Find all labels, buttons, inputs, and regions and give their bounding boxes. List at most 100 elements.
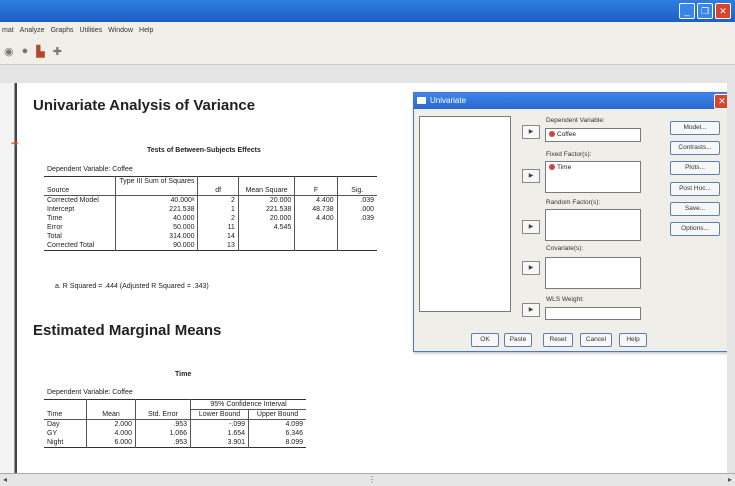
horizontal-scrollbar[interactable]: ◂ ⋮ ▸ — [0, 473, 735, 486]
table-cell: 221.538 — [237, 205, 295, 214]
scroll-left-icon[interactable]: ◂ — [3, 475, 7, 484]
table-row: Time 40.000 2 20.000 4.400 .039 — [44, 214, 377, 223]
add-icon[interactable]: ✚ — [53, 45, 62, 58]
table-header: Time — [44, 409, 87, 420]
reset-button[interactable]: Reset — [543, 333, 573, 347]
cancel-button[interactable]: Cancel — [580, 333, 612, 347]
table-cell — [336, 223, 377, 232]
anova-table: Type III Sum of Squares Source df Mean S… — [44, 176, 377, 251]
contrasts-button[interactable]: Contrasts... — [670, 141, 720, 155]
menu-item-utilities[interactable]: Utilities — [80, 27, 103, 34]
move-dependent-button[interactable]: ▶ — [522, 125, 540, 139]
table-cell: -.099 — [189, 419, 249, 429]
table-header: Source — [44, 186, 116, 196]
close-icon[interactable]: ✕ — [715, 3, 731, 19]
table-cell: 20.000 — [237, 214, 295, 223]
variables-icon[interactable]: ● — [22, 45, 29, 57]
table-cell: 40.000 — [115, 214, 198, 223]
table-cell: 3.901 — [189, 438, 249, 448]
table-row: Intercept 221.538 1 221.538 48.738 .000 — [44, 205, 377, 214]
table-cell: 11 — [197, 223, 239, 232]
table-cell: 14 — [197, 232, 239, 241]
vertical-scrollbar[interactable] — [727, 83, 735, 473]
chart-icon[interactable]: ▙ — [36, 45, 44, 58]
toolbar-strip — [0, 65, 735, 84]
random-factor-label: Random Factor(s): — [546, 199, 601, 206]
model-button[interactable]: Model... — [670, 121, 720, 135]
menu-bar: mat Analyze Graphs Utilities Window Help — [0, 22, 735, 38]
table-cell: Error — [47, 224, 63, 231]
menu-item-help[interactable]: Help — [139, 27, 153, 34]
post-hoc-button[interactable]: Post Hoc... — [670, 182, 720, 196]
plots-button[interactable]: Plots... — [670, 161, 720, 175]
table-cell: .953 — [135, 419, 191, 429]
table-cell: 2.000 — [86, 419, 136, 429]
table-cell: .039 — [336, 214, 377, 223]
table-cell — [336, 232, 377, 241]
dialog-recall-icon[interactable]: ◉ — [4, 45, 14, 58]
source-variable-list[interactable] — [419, 116, 511, 312]
move-covariate-button[interactable]: ▶ — [522, 261, 540, 275]
table-title: Time — [175, 371, 192, 378]
table-header: Lower Bound — [189, 409, 249, 420]
table-cell: 4.400 — [294, 195, 338, 205]
restore-icon[interactable]: ❐ — [697, 3, 713, 19]
table-row: GY 4.000 1.066 1.654 6.346 — [44, 429, 306, 438]
dialog-title: Univariate — [430, 96, 467, 105]
dependent-variable-value: Coffee — [557, 131, 577, 138]
ok-button[interactable]: OK — [471, 333, 499, 347]
window-controls: _ ❐ ✕ — [679, 3, 731, 19]
table-cell: Time — [47, 215, 63, 222]
table-cell: GY — [47, 430, 58, 437]
paste-button[interactable]: Paste — [504, 333, 532, 347]
table-cell: 8.099 — [248, 438, 306, 448]
table-cell: 6.000 — [86, 438, 136, 448]
table-cell: 4.000 — [86, 429, 136, 438]
menu-item-window[interactable]: Window — [108, 27, 133, 34]
table-cell: 4.545 — [237, 223, 295, 232]
covariate-list[interactable] — [545, 257, 641, 289]
table-cell: 1 — [197, 205, 239, 214]
table-row: Corrected Model 40.000ᵃ 2 20.000 4.400 .… — [44, 195, 377, 205]
table-header: Upper Bound — [248, 409, 306, 420]
table-row: Error 50.000 11 4.545 — [44, 223, 377, 232]
scroll-right-icon[interactable]: ▸ — [728, 475, 732, 484]
table-cell: 221.538 — [115, 205, 198, 214]
move-wls-button[interactable]: ▶ — [522, 303, 540, 317]
table-cell: 6.346 — [248, 429, 306, 438]
table-cell: Corrected Total — [47, 242, 95, 249]
table-cell: Total — [47, 233, 62, 240]
help-button[interactable]: Help — [619, 333, 647, 347]
dependent-variable-field[interactable]: Coffee — [545, 128, 641, 142]
menu-item-format[interactable]: mat — [2, 27, 14, 34]
dependent-variable-label: Dependent Variable: Coffee — [47, 389, 133, 396]
wls-weight-field[interactable] — [545, 307, 641, 320]
dialog-title-bar: Univariate ✕ — [414, 93, 732, 109]
table-cell: 2 — [197, 214, 239, 223]
fixed-factor-list[interactable]: Time — [545, 161, 641, 193]
table-cell: .953 — [135, 438, 191, 448]
table-row: Total 314.000 14 — [44, 232, 377, 241]
scroll-thumb-grip-icon[interactable]: ⋮ — [368, 475, 376, 484]
move-random-factor-button[interactable]: ▶ — [522, 220, 540, 234]
table-cell: 90.000 — [115, 241, 198, 251]
menu-item-analyze[interactable]: Analyze — [20, 27, 45, 34]
table-header: Type III Sum of Squares — [115, 176, 198, 186]
fixed-factor-label: Fixed Factor(s): — [546, 151, 592, 158]
table-title: Tests of Between-Subjects Effects — [147, 147, 261, 154]
table-row: Night 6.000 .953 3.901 8.099 — [44, 438, 306, 448]
table-cell: 1.066 — [135, 429, 191, 438]
dialog-window-icon — [417, 97, 426, 104]
random-factor-list[interactable] — [545, 209, 641, 241]
table-cell: 40.000ᵃ — [115, 195, 198, 205]
minimize-icon[interactable]: _ — [679, 3, 695, 19]
menu-item-graphs[interactable]: Graphs — [51, 27, 74, 34]
move-fixed-factor-button[interactable]: ▶ — [522, 169, 540, 183]
table-cell — [294, 232, 338, 241]
options-button[interactable]: Options... — [670, 222, 720, 236]
table-header: Mean — [86, 409, 136, 420]
table-cell: 13 — [197, 241, 239, 251]
table-header: Mean Square — [237, 186, 295, 196]
save-button[interactable]: Save... — [670, 202, 720, 216]
table-header: 95% Confidence Interval — [190, 399, 306, 410]
